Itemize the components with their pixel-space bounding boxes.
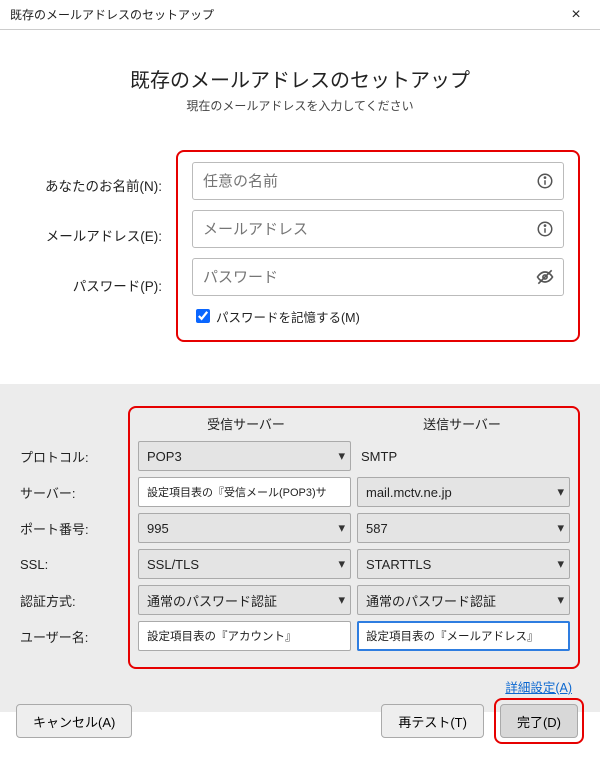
label-name: あなたのお名前(N): xyxy=(20,160,176,210)
outgoing-username-field[interactable] xyxy=(357,621,570,651)
column-header-incoming: 受信サーバー xyxy=(138,414,354,441)
incoming-port-select[interactable] xyxy=(138,513,351,543)
outgoing-server-select[interactable] xyxy=(357,477,570,507)
incoming-auth-select[interactable] xyxy=(138,585,351,615)
name-field[interactable] xyxy=(192,162,564,200)
outgoing-port-select[interactable] xyxy=(357,513,570,543)
label-protocol: プロトコル: xyxy=(10,438,122,474)
label-port: ポート番号: xyxy=(10,510,122,546)
label-email: メールアドレス(E): xyxy=(20,210,176,260)
outgoing-protocol-value: SMTP xyxy=(357,441,570,471)
password-field[interactable] xyxy=(192,258,564,296)
incoming-username-field[interactable] xyxy=(138,621,351,651)
done-button[interactable]: 完了(D) xyxy=(500,704,578,738)
page-subheading: 現在のメールアドレスを入力してください xyxy=(10,97,590,114)
incoming-server-field[interactable] xyxy=(138,477,351,507)
remember-password-checkbox[interactable] xyxy=(196,309,210,323)
window-title: 既存のメールアドレスのセットアップ xyxy=(10,6,214,23)
label-ssl: SSL: xyxy=(10,546,122,582)
incoming-protocol-select[interactable] xyxy=(138,441,351,471)
done-button-highlight: 完了(D) xyxy=(494,698,584,744)
eye-off-icon[interactable] xyxy=(534,266,556,288)
cancel-button[interactable]: キャンセル(A) xyxy=(16,704,132,738)
label-password: パスワード(P): xyxy=(20,260,176,310)
label-auth: 認証方式: xyxy=(10,582,122,618)
info-icon[interactable] xyxy=(534,170,556,192)
retest-button[interactable]: 再テスト(T) xyxy=(381,704,484,738)
remember-password-label: パスワードを記憶する(M) xyxy=(216,307,360,326)
outgoing-auth-select[interactable] xyxy=(357,585,570,615)
incoming-ssl-select[interactable] xyxy=(138,549,351,579)
info-icon[interactable] xyxy=(534,218,556,240)
outgoing-ssl-select[interactable] xyxy=(357,549,570,579)
account-fields-box: パスワードを記憶する(M) xyxy=(176,150,580,342)
server-settings-box: プロトコル: サーバー: ポート番号: SSL: 認証方式: ユーザー名: 受信… xyxy=(128,406,580,669)
label-server: サーバー: xyxy=(10,474,122,510)
label-user: ユーザー名: xyxy=(10,618,122,654)
close-icon[interactable]: × xyxy=(562,4,590,26)
page-heading: 既存のメールアドレスのセットアップ xyxy=(10,64,590,93)
column-header-outgoing: 送信サーバー xyxy=(354,414,570,441)
email-field[interactable] xyxy=(192,210,564,248)
advanced-settings-link[interactable]: 詳細設定(A) xyxy=(505,681,572,695)
